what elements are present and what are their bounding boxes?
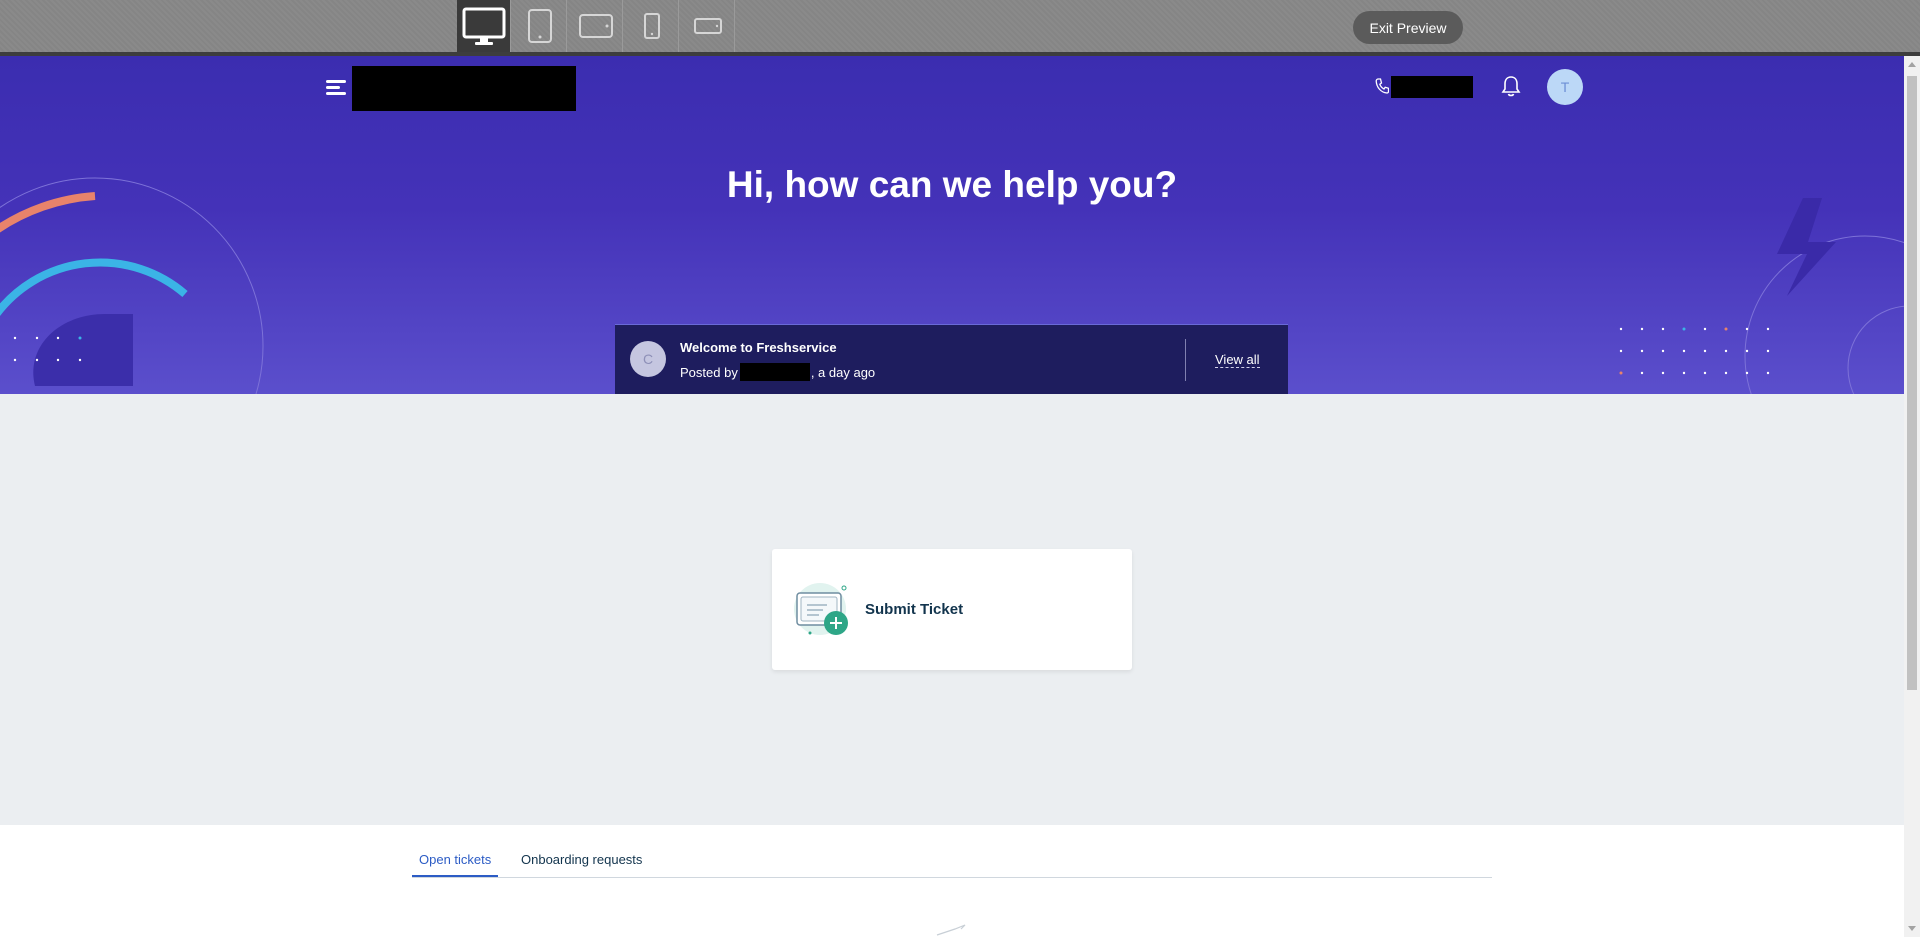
desktop-view-button[interactable]	[457, 0, 511, 52]
tab-onboarding-requests[interactable]: Onboarding requests	[521, 852, 642, 875]
posted-time: , a day ago	[810, 364, 876, 380]
posted-by-label: Posted by	[680, 364, 738, 380]
divider	[1185, 339, 1186, 381]
main-content: Submit Ticket	[0, 394, 1904, 825]
announcement-author-avatar: C	[630, 341, 666, 377]
scroll-up-icon[interactable]	[1908, 62, 1916, 67]
tablet-landscape-icon	[578, 14, 613, 38]
tablet-landscape-view-button[interactable]	[569, 0, 623, 52]
phone-number	[1391, 76, 1473, 98]
tablet-portrait-icon	[527, 9, 552, 43]
company-logo[interactable]	[352, 66, 576, 111]
submit-ticket-label: Submit Ticket	[865, 601, 964, 618]
hero-banner: T Hi, how can we help you? C Welcome to …	[0, 56, 1904, 394]
submit-ticket-card[interactable]: Submit Ticket	[772, 549, 1132, 670]
view-all-link[interactable]: View all	[1215, 352, 1260, 368]
preview-toolbar: Exit Preview	[0, 0, 1920, 56]
submit-ticket-icon	[794, 583, 848, 635]
notification-bell-icon[interactable]	[1500, 74, 1522, 98]
tablet-portrait-view-button[interactable]	[513, 0, 567, 52]
loading-illustration	[936, 924, 966, 936]
mobile-landscape-view-button[interactable]	[681, 0, 735, 52]
scrollbar-thumb[interactable]	[1907, 76, 1917, 690]
scroll-down-icon[interactable]	[1908, 926, 1916, 931]
announcement-meta: Posted by , a day ago	[680, 363, 875, 381]
page-scrollbar[interactable]	[1904, 56, 1920, 937]
user-avatar[interactable]: T	[1547, 69, 1583, 105]
announcement-author-name	[739, 363, 810, 381]
page-title: Hi, how can we help you?	[726, 164, 1178, 205]
tickets-section: Open tickets Onboarding requests	[0, 825, 1904, 937]
tab-open-tickets[interactable]: Open tickets	[412, 852, 499, 877]
desktop-icon	[462, 7, 505, 45]
announcement-banner: C Welcome to Freshservice Posted by , a …	[615, 324, 1288, 394]
exit-preview-button[interactable]: Exit Preview	[1353, 11, 1463, 44]
mobile-portrait-icon	[643, 13, 660, 39]
phone-icon	[1375, 78, 1389, 94]
mobile-portrait-view-button[interactable]	[625, 0, 679, 52]
mobile-landscape-icon	[693, 18, 722, 34]
hamburger-menu-icon[interactable]	[326, 80, 346, 96]
tab-bar: Open tickets Onboarding requests	[412, 825, 1492, 878]
announcement-title[interactable]: Welcome to Freshservice	[680, 340, 837, 355]
